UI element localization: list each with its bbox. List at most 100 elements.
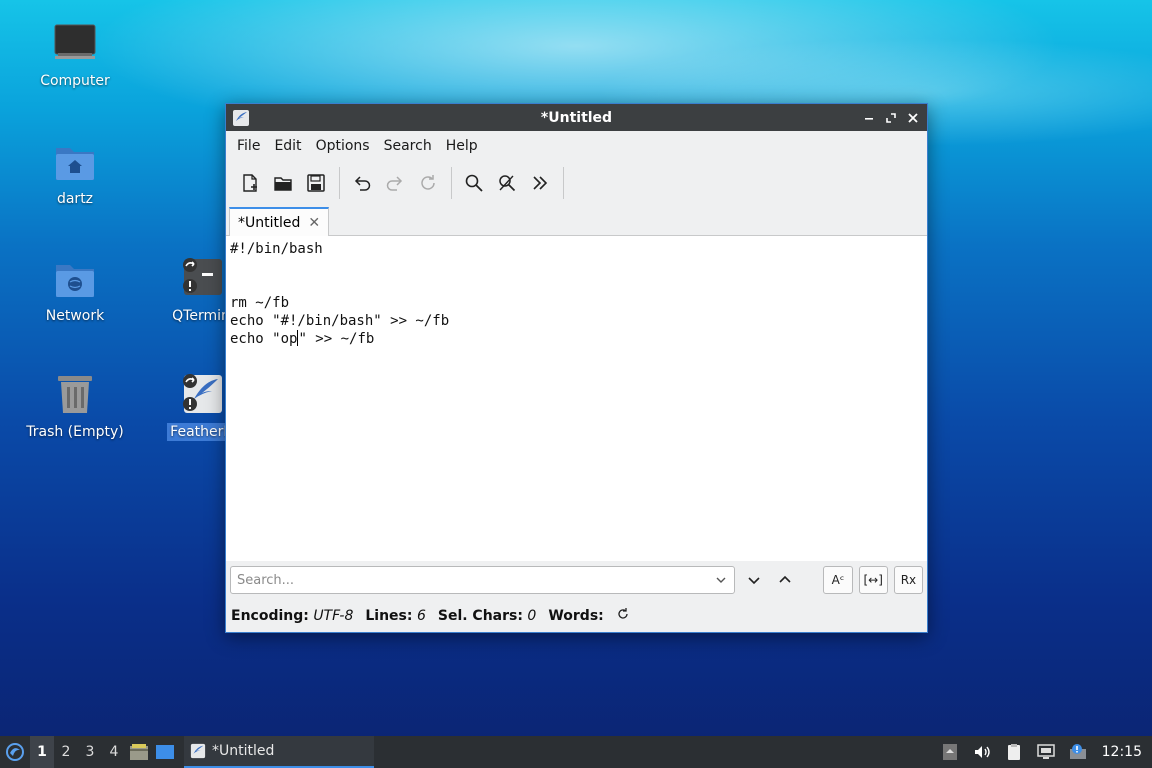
new-file-button[interactable] (234, 167, 266, 199)
featherpad-task-icon (190, 743, 206, 759)
text-editor[interactable]: #!/bin/bash rm ~/fb echo "#!/bin/bash" >… (226, 236, 927, 561)
undo-button[interactable] (346, 167, 378, 199)
menu-help[interactable]: Help (439, 134, 485, 158)
volume-button[interactable] (968, 736, 996, 768)
tray-expand-button[interactable] (936, 736, 964, 768)
find-next-button[interactable] (741, 567, 766, 593)
lxqt-logo-icon (6, 743, 24, 761)
editor-line: #!/bin/bash (230, 241, 323, 257)
workspace-2[interactable]: 2 (54, 736, 78, 768)
desktop-icon-label: QTermin (172, 308, 230, 324)
chevron-down-icon[interactable] (714, 573, 728, 587)
minimize-button[interactable] (859, 108, 879, 128)
desktop-icon (156, 745, 174, 759)
desktop-icon-computer[interactable]: Computer (20, 22, 130, 90)
encoding-status: Encoding: UTF-8 (231, 608, 354, 624)
reload-icon (421, 175, 435, 190)
tab-bar: *Untitled ✕ (226, 205, 927, 236)
chevron-up-icon (779, 575, 791, 583)
tray-up-arrow-icon (942, 744, 957, 760)
trash-icon (52, 373, 98, 419)
toolbar (226, 161, 927, 205)
editor-line: echo "#!/bin/bash" >> ~/fb (230, 313, 450, 329)
clock[interactable]: 12:15 (1096, 744, 1152, 760)
menu-file[interactable]: File (230, 134, 267, 158)
menu-search[interactable]: Search (377, 134, 439, 158)
refresh-words-button[interactable] (616, 607, 630, 625)
find-button[interactable] (458, 167, 490, 199)
workspace-3[interactable]: 3 (78, 736, 102, 768)
undo-icon (354, 176, 371, 191)
desktop-icon-network[interactable]: Network (20, 257, 130, 325)
editor-line-current: echo "op" >> ~/fb (230, 330, 923, 348)
volume-icon (974, 746, 990, 758)
double-chevron-right-icon (533, 176, 548, 190)
network-button[interactable] (1032, 736, 1060, 768)
search-input[interactable] (237, 572, 717, 588)
refresh-icon (618, 608, 628, 619)
network-monitor-icon (1036, 744, 1055, 759)
editor-text-before-caret: echo "op (230, 331, 298, 347)
featherpad-app-icon[interactable] (232, 109, 250, 127)
computer-icon (52, 22, 98, 68)
start-menu-button[interactable] (0, 736, 30, 768)
find-previous-button[interactable] (773, 567, 798, 593)
workspace-1[interactable]: 1 (30, 736, 54, 768)
network-folder-icon (52, 257, 98, 303)
title-bar[interactable]: *Untitled (226, 104, 927, 131)
redo-icon (386, 176, 403, 191)
go-to-line-button[interactable] (524, 167, 556, 199)
tab-close-icon[interactable]: ✕ (308, 215, 320, 231)
save-button[interactable] (300, 167, 332, 199)
menu-edit[interactable]: Edit (267, 134, 308, 158)
terminal-icon (178, 257, 224, 303)
close-button[interactable] (903, 108, 923, 128)
task-label: *Untitled (212, 743, 275, 759)
tab-label: *Untitled (238, 214, 301, 231)
regex-button[interactable]: Rx (893, 566, 924, 594)
desktop-icon-label: Network (45, 308, 105, 324)
lines-status: Lines: 6 (365, 608, 426, 624)
menu-options[interactable]: Options (309, 134, 377, 158)
desktop-icon-trash[interactable]: Trash (Empty) (20, 373, 130, 441)
search-bar: Aᶜ [↔] Rx (226, 561, 927, 599)
whole-word-button[interactable]: [↔] (858, 566, 888, 594)
desktop-icon-label: dartz (56, 191, 94, 207)
open-file-button[interactable] (267, 167, 299, 199)
notification-icon (1069, 744, 1086, 759)
notification-button[interactable] (1064, 736, 1092, 768)
redo-button[interactable] (379, 167, 411, 199)
replace-button[interactable] (491, 167, 523, 199)
system-tray: 12:15 (936, 736, 1152, 768)
file-manager-launcher[interactable] (126, 736, 152, 768)
clipboard-button[interactable] (1000, 736, 1028, 768)
reload-button[interactable] (412, 167, 444, 199)
show-desktop-launcher[interactable] (152, 736, 178, 768)
maximize-button[interactable] (881, 108, 901, 128)
window-title: *Untitled (540, 109, 613, 126)
editor-text-after-caret: " >> ~/fb (298, 331, 375, 347)
editor-line: rm ~/fb (230, 295, 290, 311)
search-combobox[interactable] (230, 566, 736, 594)
task-untitled[interactable]: *Untitled (184, 736, 374, 768)
desktop-icon-dartz[interactable]: dartz (20, 140, 130, 208)
desktop-icon-label: Trash (Empty) (26, 424, 124, 440)
search-icon (465, 174, 483, 192)
desktop-icon-label: Computer (40, 73, 110, 89)
chevron-down-icon (748, 577, 760, 585)
featherpad-window: *Untitled File Edit Options Search Help (225, 103, 928, 633)
save-icon (307, 174, 325, 192)
file-manager-icon (130, 744, 148, 760)
workspace-4[interactable]: 4 (102, 736, 126, 768)
home-folder-icon (52, 140, 98, 186)
new-file-icon (243, 174, 257, 192)
tab-untitled[interactable]: *Untitled ✕ (229, 207, 330, 236)
match-case-button[interactable]: Aᶜ (823, 566, 853, 594)
clipboard-icon (1007, 744, 1020, 760)
menu-bar: File Edit Options Search Help (226, 131, 927, 161)
words-status: Words: (548, 608, 604, 624)
status-bar: Encoding: UTF-8 Lines: 6 Sel. Chars: 0 W… (226, 599, 927, 633)
find-replace-icon (499, 175, 516, 192)
